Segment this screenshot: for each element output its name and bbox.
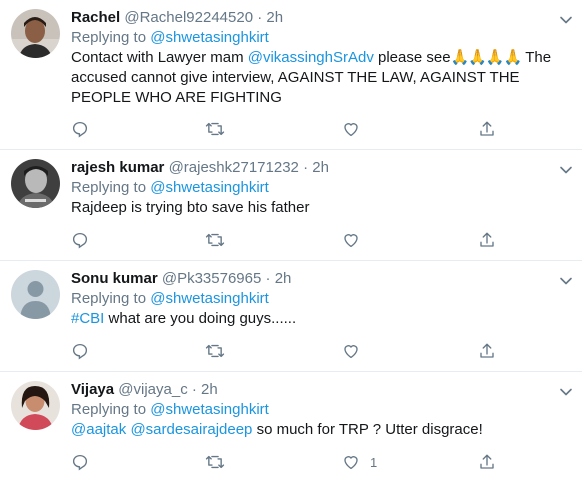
replying-to-link[interactable]: @shwetasinghkirt <box>150 29 269 46</box>
tweet-feed: Rachel @Rachel92244520 · 2h Replying to … <box>0 0 582 484</box>
like-count: 1 <box>370 454 378 470</box>
tweet-text: Contact with Lawyer mam @vikassinghSrAdv… <box>71 48 552 108</box>
tweet-text: Rajdeep is trying bto save his father <box>71 199 310 216</box>
user-handle[interactable]: @rajeshk27171232 <box>169 159 299 176</box>
reply-icon <box>71 453 89 471</box>
display-name[interactable]: rajesh kumar <box>71 159 164 176</box>
retweet-button[interactable] <box>205 341 225 361</box>
tweet[interactable]: rajesh kumar @rajeshk27171232 · 2h Reply… <box>0 150 582 261</box>
user-handle[interactable]: @vijaya_c <box>118 381 187 398</box>
separator-dot: · <box>303 159 309 176</box>
like-button[interactable] <box>342 230 370 250</box>
tweet[interactable]: Sonu kumar @Pk33576965 · 2h Replying to … <box>0 261 582 372</box>
replying-to-link[interactable]: @shwetasinghkirt <box>150 401 269 418</box>
like-icon <box>342 231 360 249</box>
replying-to-link[interactable]: @shwetasinghkirt <box>150 290 269 307</box>
timestamp[interactable]: 2h <box>312 159 329 176</box>
separator-dot: · <box>191 381 197 398</box>
avatar[interactable] <box>11 159 60 208</box>
chevron-down-icon[interactable] <box>558 162 574 178</box>
display-name[interactable]: Sonu kumar <box>71 270 158 287</box>
share-button[interactable] <box>478 230 496 250</box>
separator-dot: · <box>265 270 271 287</box>
user-handle[interactable]: @Pk33576965 <box>162 270 261 287</box>
timestamp[interactable]: 2h <box>201 381 218 398</box>
reply-button[interactable] <box>71 230 89 250</box>
like-button[interactable] <box>342 341 370 361</box>
tweet[interactable]: Rachel @Rachel92244520 · 2h Replying to … <box>0 0 582 150</box>
mention-link[interactable]: @sardesairajdeep <box>130 421 252 438</box>
retweet-icon <box>205 342 225 360</box>
reply-button[interactable] <box>71 452 89 472</box>
mention-link[interactable]: @vikassinghSrAdv <box>248 49 374 66</box>
folded-hands-emoji: 🙏🙏🙏🙏 <box>450 49 523 66</box>
user-handle[interactable]: @Rachel92244520 <box>124 9 253 26</box>
share-icon <box>478 342 496 360</box>
reply-icon <box>71 342 89 360</box>
default-avatar[interactable] <box>11 270 60 319</box>
retweet-icon <box>205 231 225 249</box>
tweet-text-part: Contact with Lawyer mam <box>71 49 248 66</box>
retweet-icon <box>205 453 225 471</box>
reply-icon <box>71 120 89 138</box>
share-icon <box>478 453 496 471</box>
display-name[interactable]: Vijaya <box>71 381 114 398</box>
tweet-text-part: so much for TRP ? Utter disgrace! <box>252 421 483 438</box>
retweet-button[interactable] <box>205 119 225 139</box>
timestamp[interactable]: 2h <box>266 9 283 26</box>
share-button[interactable] <box>478 452 496 472</box>
retweet-button[interactable] <box>205 230 225 250</box>
tweet-actions <box>71 119 511 139</box>
avatar[interactable] <box>11 9 60 58</box>
hashtag-link[interactable]: #CBI <box>71 310 104 327</box>
replying-to-label: Replying to <box>71 29 147 46</box>
like-icon <box>342 453 360 471</box>
tweet-actions <box>71 230 511 250</box>
chevron-down-icon[interactable] <box>558 384 574 400</box>
replying-to-link[interactable]: @shwetasinghkirt <box>150 179 269 196</box>
tweet-text: @aajtak @sardesairajdeep so much for TRP… <box>71 420 552 440</box>
like-icon <box>342 342 360 360</box>
chevron-down-icon[interactable] <box>558 273 574 289</box>
tweet[interactable]: Vijaya @vijaya_c · 2h Replying to @shwet… <box>0 372 582 484</box>
tweet-text-part: please see <box>373 49 451 66</box>
replying-to-label: Replying to <box>71 401 147 418</box>
timestamp[interactable]: 2h <box>275 270 292 287</box>
display-name[interactable]: Rachel <box>71 9 120 26</box>
like-icon <box>342 120 360 138</box>
replying-to-label: Replying to <box>71 179 147 196</box>
avatar[interactable] <box>11 381 60 430</box>
chevron-down-icon[interactable] <box>558 12 574 28</box>
reply-button[interactable] <box>71 341 89 361</box>
reply-icon <box>71 231 89 249</box>
share-icon <box>478 231 496 249</box>
tweet-text: #CBI what are you doing guys...... <box>71 309 552 329</box>
replying-to-label: Replying to <box>71 290 147 307</box>
like-button[interactable] <box>342 119 370 139</box>
retweet-icon <box>205 120 225 138</box>
mention-link[interactable]: @aajtak <box>71 421 126 438</box>
tweet-actions: 1 <box>71 452 511 472</box>
share-button[interactable] <box>478 119 496 139</box>
separator-dot: · <box>257 9 263 26</box>
retweet-button[interactable] <box>205 452 225 472</box>
tweet-text-part: what are you doing guys...... <box>104 310 297 327</box>
share-icon <box>478 120 496 138</box>
reply-button[interactable] <box>71 119 89 139</box>
like-button[interactable]: 1 <box>342 452 377 472</box>
tweet-actions <box>71 341 511 361</box>
share-button[interactable] <box>478 341 496 361</box>
